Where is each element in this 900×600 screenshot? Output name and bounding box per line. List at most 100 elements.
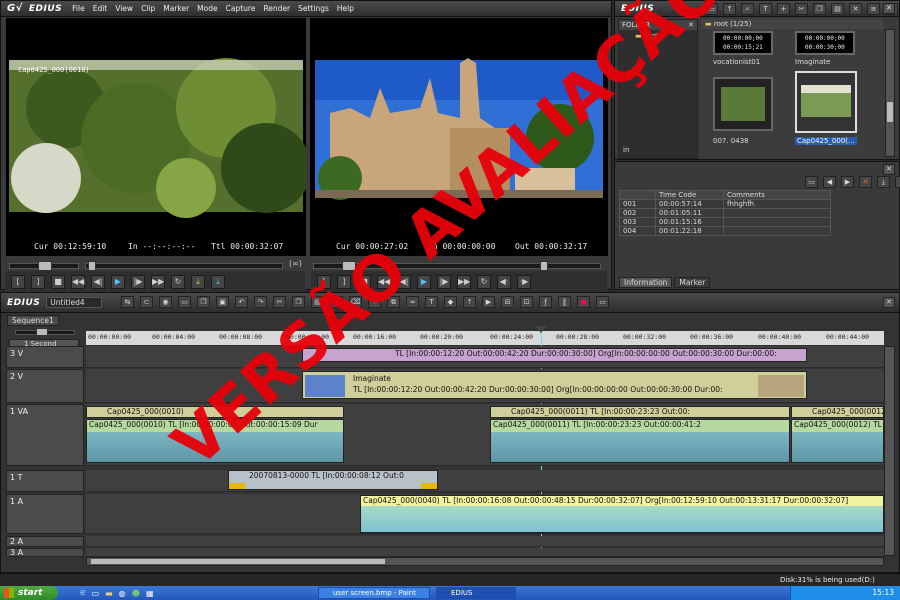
mark-out-icon[interactable]: ] <box>31 275 45 289</box>
mixer-icon[interactable]: ‖ <box>558 296 571 308</box>
marker-icon[interactable]: ◆ <box>444 296 457 308</box>
tab-information[interactable]: Information <box>619 277 673 288</box>
next-marker-icon[interactable]: ▶ <box>841 176 854 188</box>
player-shuttle-slider[interactable] <box>9 261 79 271</box>
audio-crossfade-icon[interactable]: ≈ <box>406 296 419 308</box>
timeline-paste-icon[interactable]: ▤ <box>311 296 324 308</box>
overwrite-icon[interactable]: ⤓ <box>211 275 225 289</box>
bin-clip-5[interactable] <box>713 77 773 131</box>
track-header-1va[interactable]: 1 VA <box>6 404 84 466</box>
menu-help[interactable]: Help <box>337 4 354 13</box>
redo-icon[interactable]: ↷ <box>254 296 267 308</box>
player-position-knob[interactable] <box>88 261 96 271</box>
clip-1va-b[interactable]: Cap0425_000(0011) TL [In:00:00:23:23 Out… <box>490 406 790 418</box>
step-forward-icon[interactable]: |▶ <box>131 275 145 289</box>
folder-close-icon[interactable]: ✕ <box>688 20 694 30</box>
up-folder-icon[interactable]: ↑ <box>723 3 736 15</box>
copy-icon[interactable]: ❐ <box>813 3 826 15</box>
player-shuttle-knob[interactable] <box>38 261 52 271</box>
step-back-icon[interactable]: ◀| <box>91 275 105 289</box>
table-row[interactable]: 003 00:01:15:16 <box>619 217 831 227</box>
rec-step-forward-icon[interactable]: |▶ <box>437 275 451 289</box>
menu-settings[interactable]: Settings <box>298 4 329 13</box>
start-button[interactable]: start <box>0 586 58 600</box>
bin-clip-1[interactable]: 00:00:00;00 00:00:15;21 <box>713 31 773 55</box>
recorder-position-knob[interactable] <box>540 261 548 271</box>
clip-marker-icon[interactable]: ⊟ <box>501 296 514 308</box>
rec-mark-in-icon[interactable]: [ <box>317 275 331 289</box>
properties-icon[interactable]: ≡ <box>867 3 880 15</box>
color-icon[interactable]: ● <box>577 296 590 308</box>
track-lane-1va[interactable]: Cap0425_000(0010) Cap0425_000(0010) TL [… <box>86 404 884 466</box>
clip-1a[interactable]: Cap0425_000(0040) TL [In:00:00:16:08 Out… <box>360 495 884 533</box>
clip-1va-a-audio[interactable]: Cap0425_000(0010) TL [In:00:00:00:00 Out… <box>86 419 344 463</box>
clip-2v[interactable]: Imaginate TL [In:00:00:12:20 Out:00:00:4… <box>302 371 807 399</box>
rec-fast-forward-icon[interactable]: ▶▶ <box>457 275 471 289</box>
track-lane-3v[interactable]: TL [In:00:00:12:20 Out:00:00:42:20 Dur:0… <box>86 346 884 368</box>
add-cut-icon[interactable]: ⫶ <box>368 296 381 308</box>
text-icon[interactable]: T <box>759 3 772 15</box>
stop-icon[interactable]: ■ <box>51 275 65 289</box>
rec-rewind-icon[interactable]: ◀◀ <box>377 275 391 289</box>
insert-icon[interactable]: ⤓ <box>191 275 205 289</box>
palette-close-button[interactable]: ✕ <box>883 164 895 175</box>
menu-mode[interactable]: Mode <box>197 4 217 13</box>
ie-icon[interactable]: e <box>80 588 86 598</box>
media-icon[interactable]: ◍ <box>119 589 126 598</box>
fx-icon[interactable]: ƒ <box>539 296 552 308</box>
open-icon[interactable]: ❐ <box>197 296 210 308</box>
prev-marker-icon[interactable]: ◀ <box>823 176 836 188</box>
folder-icon[interactable]: ▭ <box>705 3 718 15</box>
clip-1va-b-audio[interactable]: Cap0425_000(0011) TL [In:00:00:23:23 Out… <box>490 419 790 463</box>
rec-step-back-icon[interactable]: ◀| <box>397 275 411 289</box>
paste-icon[interactable]: ▤ <box>831 3 844 15</box>
rec-mark-out-icon[interactable]: ] <box>337 275 351 289</box>
mode-icon[interactable]: ⇆ <box>121 296 134 308</box>
clip-3v[interactable]: TL [In:00:00:12:20 Out:00:00:42:20 Dur:0… <box>302 348 807 362</box>
bin-clip-6-name[interactable]: Cap0425_000(... <box>795 137 857 145</box>
messenger-icon[interactable]: ☻ <box>132 589 140 598</box>
timeline-delete-icon[interactable]: ✕ <box>330 296 343 308</box>
menu-view[interactable]: View <box>115 4 133 13</box>
menu-file[interactable]: File <box>72 4 85 13</box>
fast-forward-icon[interactable]: ▶▶ <box>151 275 165 289</box>
transition-icon[interactable]: ⧉ <box>387 296 400 308</box>
playhead-marker-icon[interactable] <box>535 326 547 333</box>
zoom-slider[interactable] <box>15 328 75 336</box>
table-row[interactable]: 004 00:01:22:18 <box>619 226 831 236</box>
player-position-slider[interactable] <box>85 261 283 271</box>
zoom-knob[interactable] <box>36 328 48 336</box>
apps-icon[interactable]: ▦ <box>146 589 154 598</box>
play-icon[interactable]: ▶ <box>111 275 125 289</box>
export-marker-icon[interactable]: ⤒ <box>895 176 900 188</box>
add-clip-icon[interactable]: + <box>777 3 790 15</box>
clip-1va-a[interactable]: Cap0425_000(0010) <box>86 406 344 418</box>
task-edius[interactable]: EDIUS <box>436 587 516 599</box>
menu-edit[interactable]: Edit <box>93 4 108 13</box>
title-icon[interactable]: T <box>425 296 438 308</box>
track-header-2v[interactable]: 2 V <box>6 369 84 403</box>
undo-icon[interactable]: ↶ <box>235 296 248 308</box>
cut-icon[interactable]: ✂ <box>795 3 808 15</box>
menu-capture[interactable]: Capture <box>226 4 256 13</box>
task-paint[interactable]: user screen.bmp - Paint <box>318 587 430 599</box>
save-icon[interactable]: ▣ <box>216 296 229 308</box>
table-row[interactable]: 002 00:01:05:11 <box>619 208 831 218</box>
search-icon[interactable]: ⌕ <box>741 3 754 15</box>
track-header-1t[interactable]: 1 T <box>6 470 84 492</box>
rec-loop-play-icon[interactable]: ↻ <box>477 275 491 289</box>
recorder-monitor[interactable]: Cur 00:00:27:02 In 00:00:00:00 Out 00:00… <box>310 18 608 256</box>
track-header-3a[interactable]: 3 A <box>6 548 84 557</box>
layout-icon[interactable]: ▭ <box>596 296 609 308</box>
title-mixer-in[interactable] <box>229 483 245 489</box>
menu-render[interactable]: Render <box>263 4 290 13</box>
menu-marker[interactable]: Marker <box>163 4 189 13</box>
delete-icon[interactable]: ✕ <box>849 3 862 15</box>
track-lane-1a[interactable]: Cap0425_000(0040) TL [In:00:00:16:08 Out… <box>86 494 884 534</box>
track-lane-1t[interactable]: 20070813-0000 TL [In:00:00:08:12 Out:0 <box>86 470 884 492</box>
track-header-2a[interactable]: 2 A <box>6 536 84 547</box>
folder-root[interactable]: ▬ root <box>619 32 697 40</box>
track-lane-2v[interactable]: Imaginate TL [In:00:00:12:20 Out:00:00:4… <box>86 369 884 403</box>
track-header-1a[interactable]: 1 A <box>6 494 84 534</box>
menu-clip[interactable]: Clip <box>141 4 155 13</box>
